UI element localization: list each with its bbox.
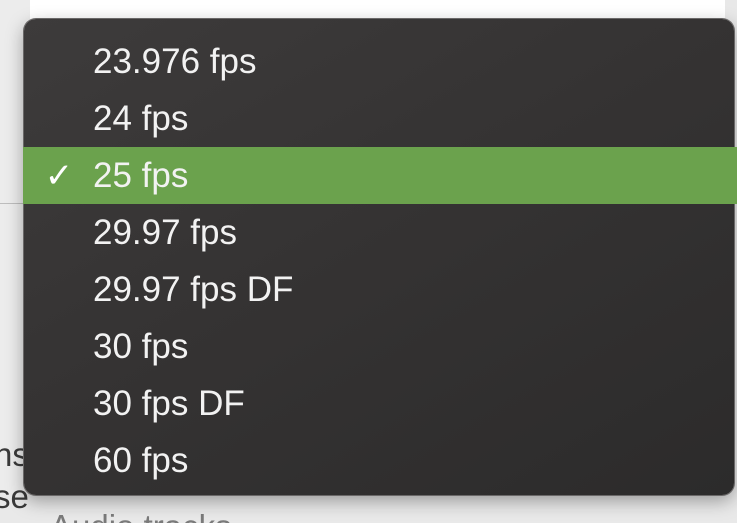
menu-item-2997-fps-df[interactable]: 29.97 fps DF — [24, 261, 734, 318]
menu-item-25-fps[interactable]: ✓ 25 fps — [23, 147, 737, 204]
menu-item-2997-fps[interactable]: 29.97 fps — [24, 204, 734, 261]
menu-item-label: 30 fps DF — [93, 383, 245, 423]
audio-tracks-label: Audio tracks — [50, 510, 232, 523]
menu-item-30-fps[interactable]: 30 fps — [24, 318, 734, 375]
menu-item-label: 23.976 fps — [93, 41, 257, 81]
checkmark-icon: ✓ — [44, 156, 74, 195]
menu-item-24-fps[interactable]: 24 fps — [24, 90, 734, 147]
menu-item-label: 25 fps — [93, 155, 189, 195]
menu-item-23976-fps[interactable]: 23.976 fps — [24, 33, 734, 90]
menu-item-label: 30 fps — [93, 326, 189, 366]
frame-rate-popup-menu: 23.976 fps 24 fps ✓ 25 fps 29.97 fps 29.… — [23, 19, 737, 495]
background-top-strip — [0, 0, 737, 20]
menu-item-60-fps[interactable]: 60 fps — [24, 432, 734, 489]
menu-item-label: 24 fps — [93, 98, 189, 138]
menu-item-30-fps-df[interactable]: 30 fps DF — [24, 375, 734, 432]
menu-item-label: 29.97 fps DF — [93, 269, 294, 309]
menu-item-label: 29.97 fps — [93, 212, 237, 252]
menu-item-label: 60 fps — [93, 440, 189, 480]
